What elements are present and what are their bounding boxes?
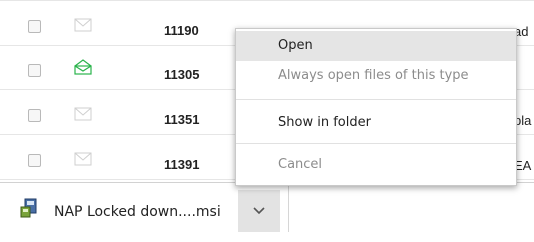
download-context-menu: Open Always open files of this type Show…: [235, 28, 517, 186]
row-checkbox[interactable]: [28, 20, 41, 33]
shelf-divider: [288, 184, 289, 232]
menu-separator: [236, 99, 516, 100]
row-checkbox[interactable]: [28, 154, 41, 167]
row-checkbox[interactable]: [28, 64, 41, 77]
menu-item-cancel[interactable]: Cancel: [236, 150, 516, 180]
menu-separator: [236, 143, 516, 144]
chevron-down-icon: [253, 207, 265, 215]
msi-installer-icon: [20, 198, 37, 218]
message-id: 11305: [164, 67, 200, 82]
download-menu-button[interactable]: [238, 190, 280, 232]
message-id: 11351: [164, 112, 200, 127]
download-file-name[interactable]: NAP Locked down....msi: [54, 204, 221, 220]
envelope-open-icon: [74, 59, 92, 75]
envelope-closed-icon: [74, 18, 92, 32]
message-id: 11190: [164, 23, 199, 38]
envelope-closed-icon: [74, 107, 92, 121]
menu-item-show-in-folder[interactable]: Show in folder: [236, 108, 516, 138]
menu-item-always-open[interactable]: Always open files of this type: [236, 61, 516, 91]
envelope-closed-icon: [74, 152, 92, 166]
message-id: 11391: [164, 157, 200, 172]
row-checkbox[interactable]: [28, 109, 41, 122]
menu-item-open[interactable]: Open: [236, 31, 516, 61]
